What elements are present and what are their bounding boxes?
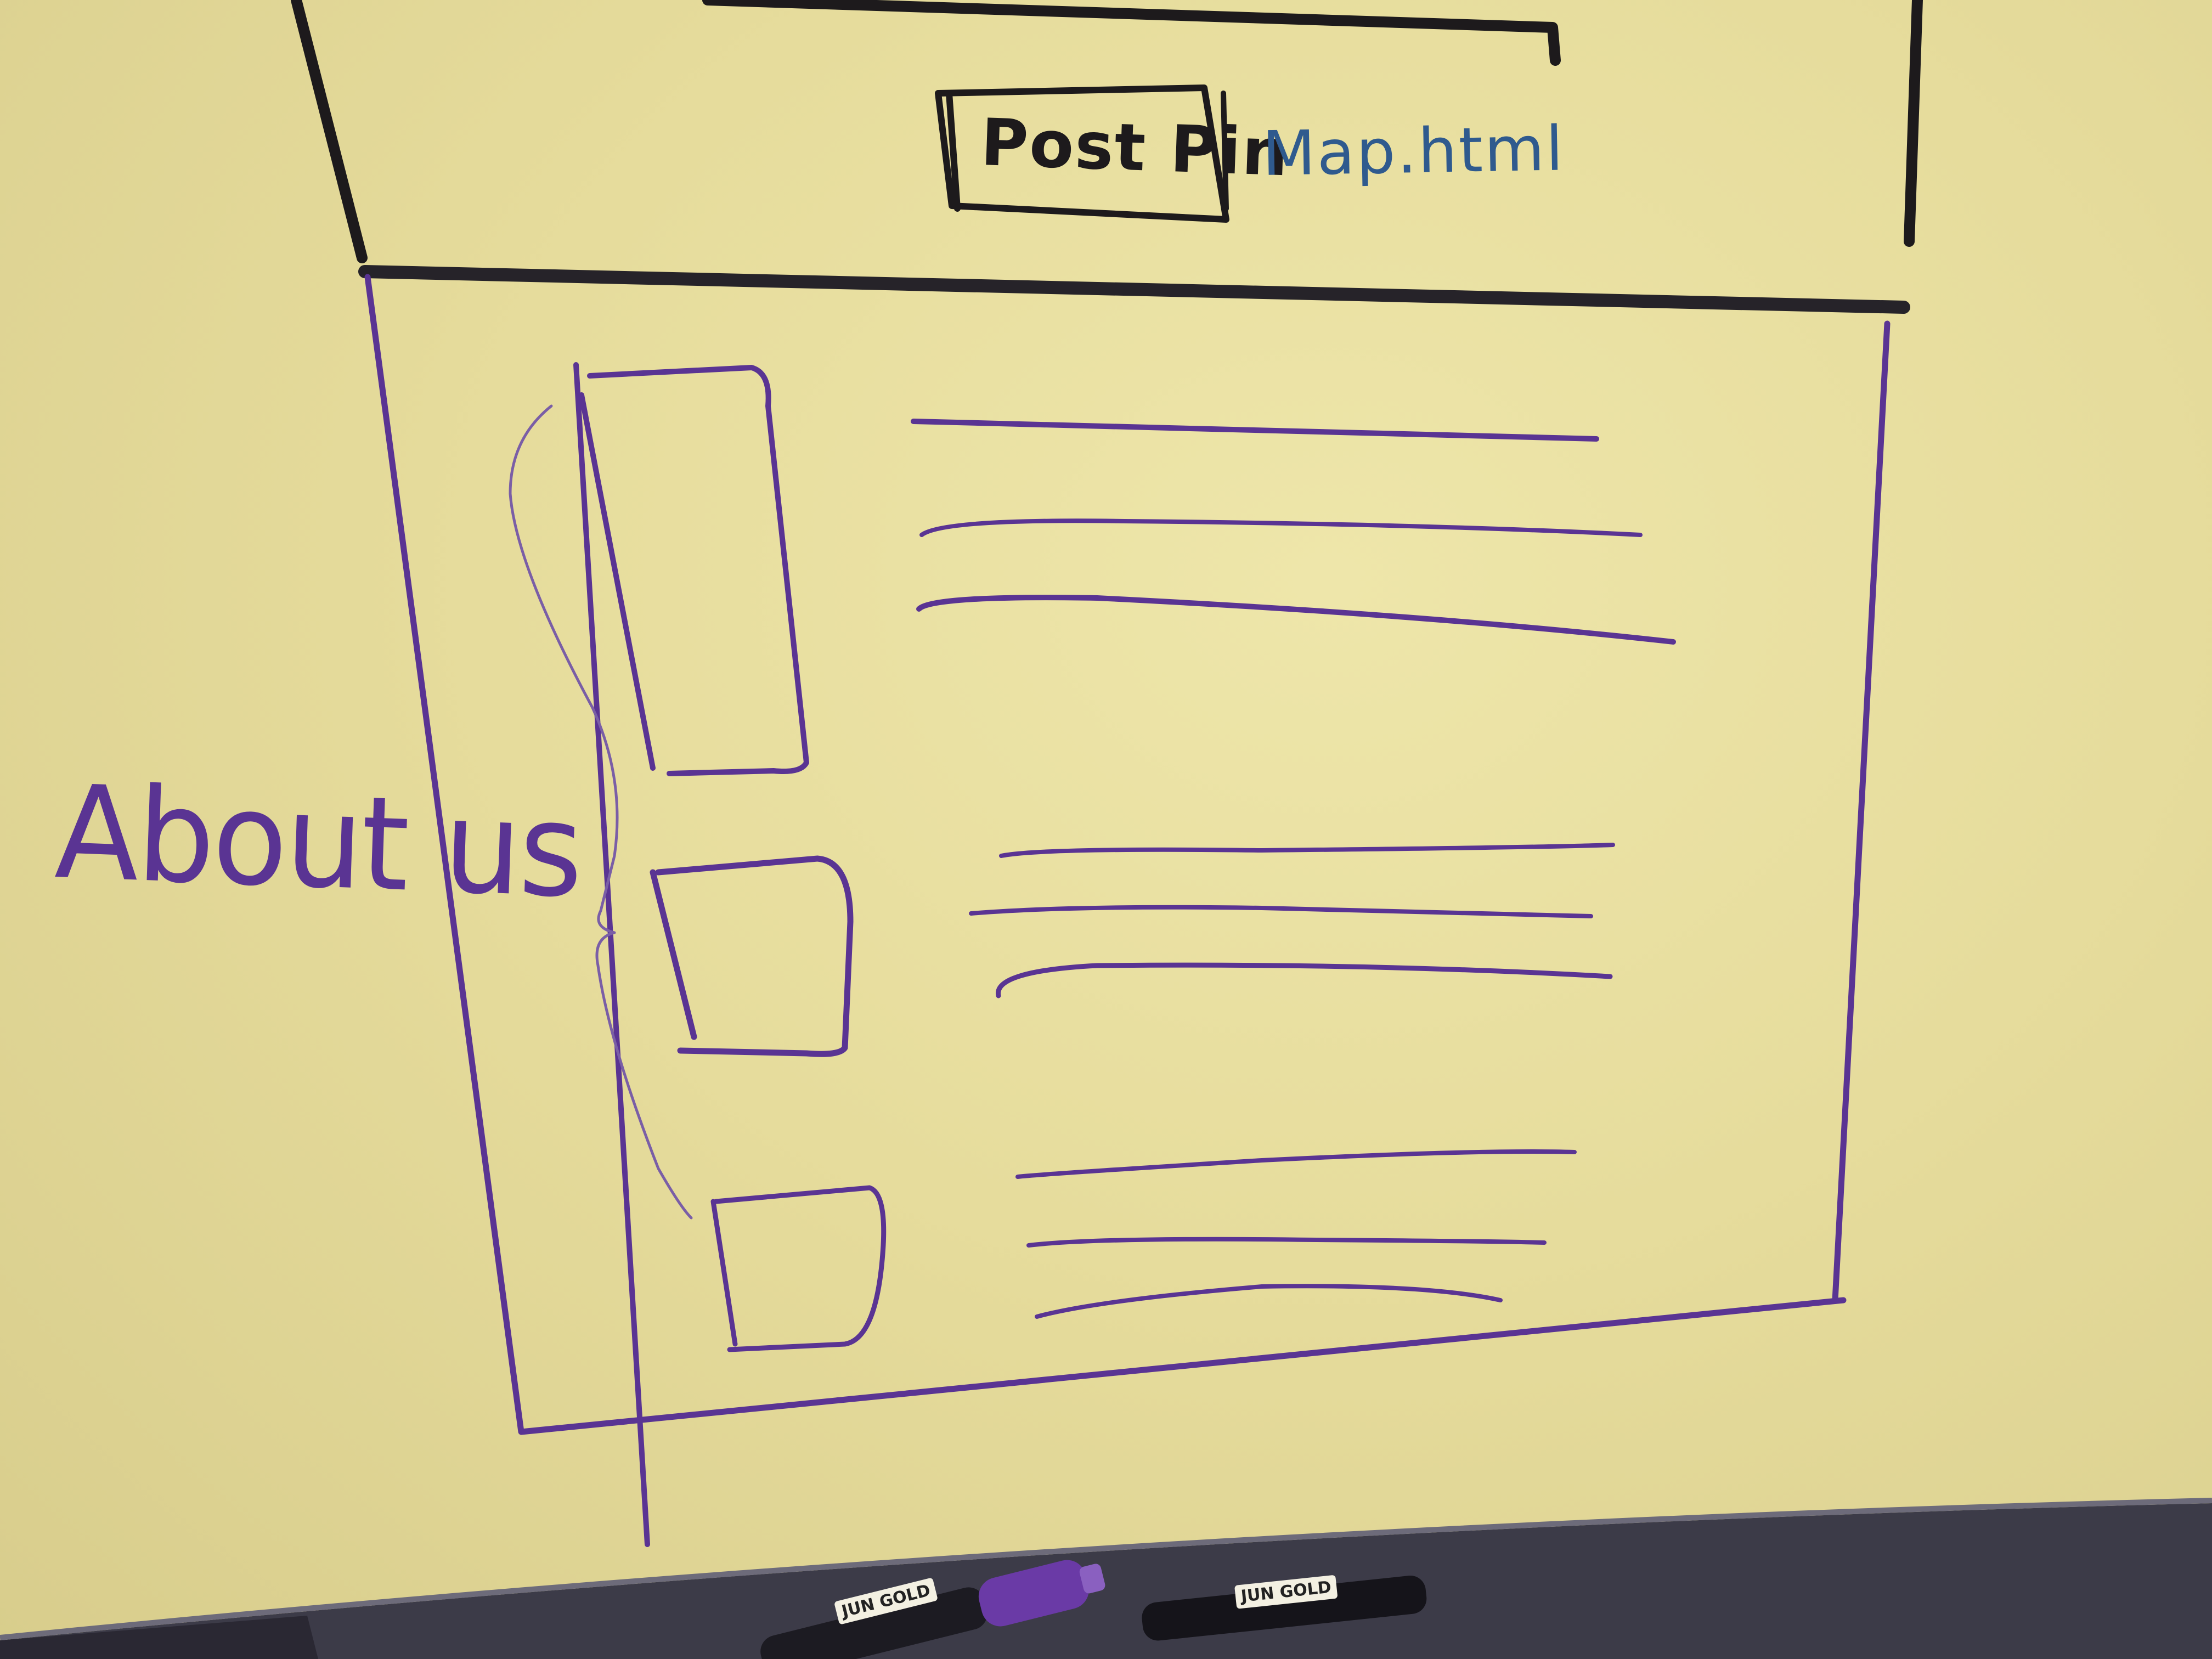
text-line (999, 843, 1615, 858)
text-line (916, 595, 1676, 645)
whiteboard-photo: Post Pin Map.html About us JUN GOLD JUN … (0, 0, 2212, 1659)
header-inner-box (702, 0, 1561, 66)
header-divider-top (358, 265, 1910, 314)
text-line (996, 962, 1613, 998)
text-line (1026, 1237, 1547, 1248)
text-line (919, 518, 1643, 537)
image-placeholder-3 (710, 1185, 887, 1352)
text-line (969, 905, 1593, 918)
text-line (1035, 1284, 1503, 1319)
text-line (911, 419, 1599, 442)
image-placeholder-2 (650, 855, 854, 1057)
text-line (1015, 1149, 1577, 1179)
panel-outline (364, 274, 1891, 1435)
image-placeholder-1 (573, 362, 809, 1547)
post-pin-button: Post Pin (979, 104, 1291, 191)
marker-tray (0, 1498, 2212, 1659)
content-panel (364, 274, 1891, 1547)
about-us-annotation: About us (53, 758, 584, 927)
map-html-link: Map.html (1261, 113, 1566, 190)
tray-ledge (0, 1503, 2212, 1659)
